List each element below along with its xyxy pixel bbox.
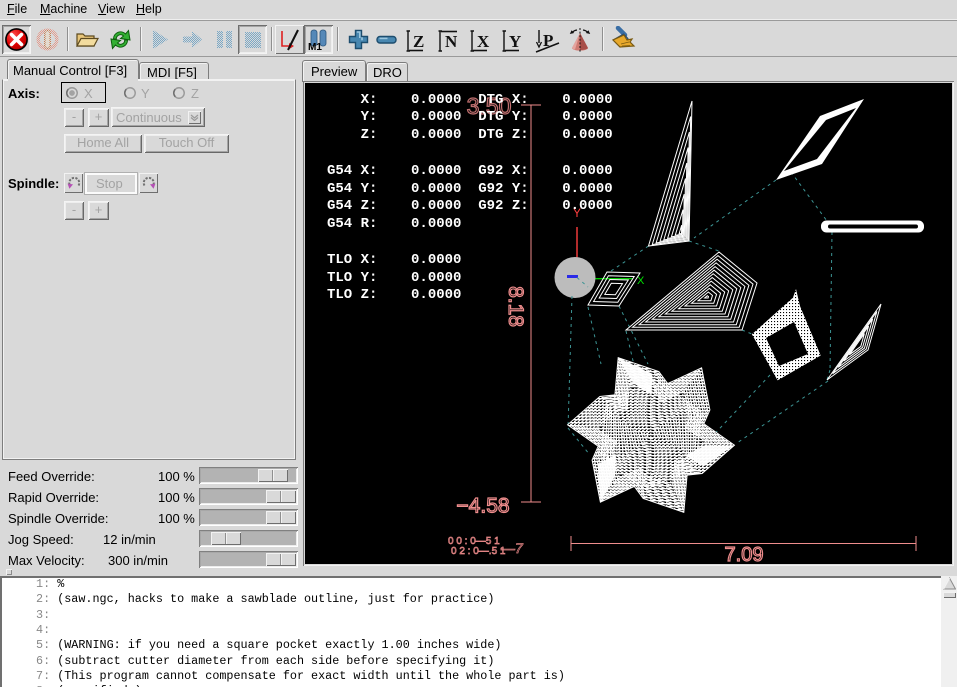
svg-text:Z: Z bbox=[413, 32, 424, 51]
svg-text:P: P bbox=[543, 31, 553, 50]
svg-text:—7: —7 bbox=[500, 540, 524, 556]
svg-text:Y: Y bbox=[509, 32, 521, 51]
svg-text:M1: M1 bbox=[308, 42, 322, 52]
svg-text:−4.58: −4.58 bbox=[456, 495, 509, 518]
svg-text:X: X bbox=[477, 32, 490, 51]
svg-text:0 2 : 0—.5 1: 0 2 : 0—.5 1 bbox=[451, 546, 506, 557]
svg-text:7.09: 7.09 bbox=[725, 544, 764, 564]
svg-text:N: N bbox=[445, 32, 458, 51]
svg-text:X: X bbox=[637, 275, 645, 287]
